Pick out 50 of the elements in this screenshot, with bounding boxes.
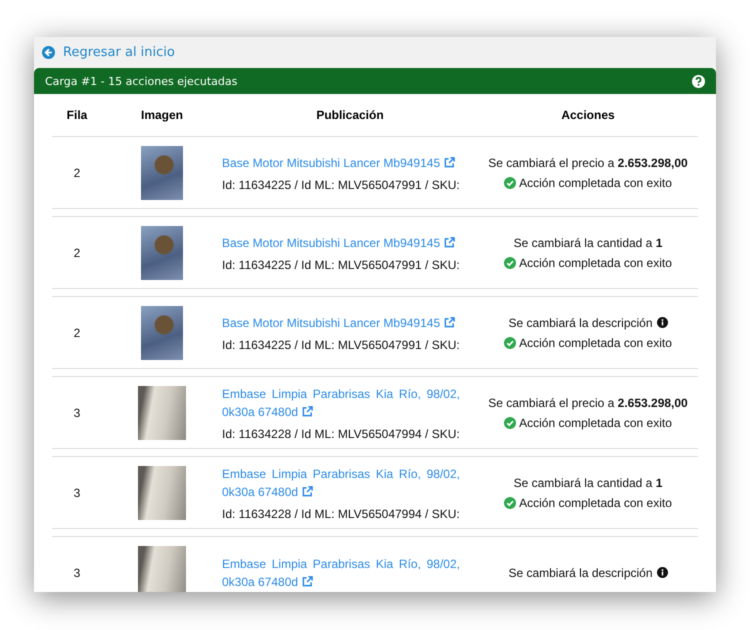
row-number: 3	[74, 486, 80, 500]
publication-meta: Id: 11634225 / Id ML: MLV565047991 / SKU:	[222, 338, 460, 352]
publication-meta: Id: 11634228 / Id ML: MLV565047994 / SKU:	[222, 426, 460, 440]
publication-link[interactable]: Base Motor Mitsubishi Lancer Mb949145	[222, 154, 460, 172]
action-text: Se cambiará la cantidad a 1	[514, 476, 662, 490]
photo-placeholder	[141, 146, 183, 200]
photo-placeholder	[138, 466, 186, 520]
publication-meta: Id: 11634225 / Id ML: MLV565047991 / SKU:	[222, 258, 460, 272]
photo-placeholder	[141, 306, 183, 360]
back-arrow-icon	[42, 46, 55, 59]
photo-placeholder	[138, 386, 186, 440]
action-text: Se cambiará la cantidad a 1	[514, 236, 662, 250]
back-link[interactable]: Regresar al inicio	[42, 45, 175, 60]
column-header: Acciones	[561, 108, 615, 122]
external-link-icon	[444, 316, 456, 328]
help-icon[interactable]	[692, 74, 705, 88]
column-header: Publicación	[316, 108, 384, 122]
publication-meta: Id: 11634225 / Id ML: MLV565047991 / SKU:	[222, 178, 460, 192]
external-link-icon	[302, 576, 314, 586]
status-text: Acción completada con exito	[519, 256, 672, 270]
action-text: Se cambiará el precio a 2.653.298,00	[488, 396, 688, 410]
panel-title: Carga #1 - 15 acciones ejecutadas	[45, 74, 238, 88]
action-text: Se cambiará la descripción	[508, 566, 653, 580]
row-number: 2	[74, 166, 80, 180]
column-header: Imagen	[140, 108, 183, 122]
external-link-icon	[302, 406, 314, 416]
status-text: Acción completada con exito	[519, 496, 672, 510]
photo-placeholder	[138, 546, 186, 592]
publication-link[interactable]: Embase Limpia Parabrisas Kia Río, 98/02, 0k30a 67480d	[222, 554, 460, 590]
column-header: Fila	[66, 108, 88, 122]
row-number: 3	[74, 406, 80, 420]
publication-link[interactable]: Base Motor Mitsubishi Lancer Mb949145	[222, 234, 460, 252]
publication-link[interactable]: Embase Limpia Parabrisas Kia Río, 98/02, 0k30a 67480d	[222, 464, 460, 500]
external-link-icon	[444, 236, 456, 248]
publication-link[interactable]: Embase Limpia Parabrisas Kia Río, 98/02, 0k30a 67480d	[222, 384, 460, 420]
row-number: 3	[74, 566, 80, 580]
photo-placeholder	[141, 226, 183, 280]
action-text: Se cambiará el precio a 2.653.298,00	[488, 156, 688, 170]
external-link-icon	[302, 486, 314, 496]
status-text: Acción completada con exito	[519, 176, 672, 190]
publication-link[interactable]: Base Motor Mitsubishi Lancer Mb949145	[222, 314, 460, 332]
row-number: 2	[74, 246, 80, 260]
row-number: 2	[74, 326, 80, 340]
external-link-icon	[444, 156, 456, 168]
action-text: Se cambiará la descripción	[508, 316, 653, 330]
info-icon	[656, 317, 668, 328]
info-icon	[656, 567, 668, 578]
status-text: Acción completada con exito	[519, 336, 672, 350]
status-text: Acción completada con exito	[519, 416, 672, 430]
publication-meta: Id: 11634228 / Id ML: MLV565047994 / SKU:	[222, 506, 460, 520]
